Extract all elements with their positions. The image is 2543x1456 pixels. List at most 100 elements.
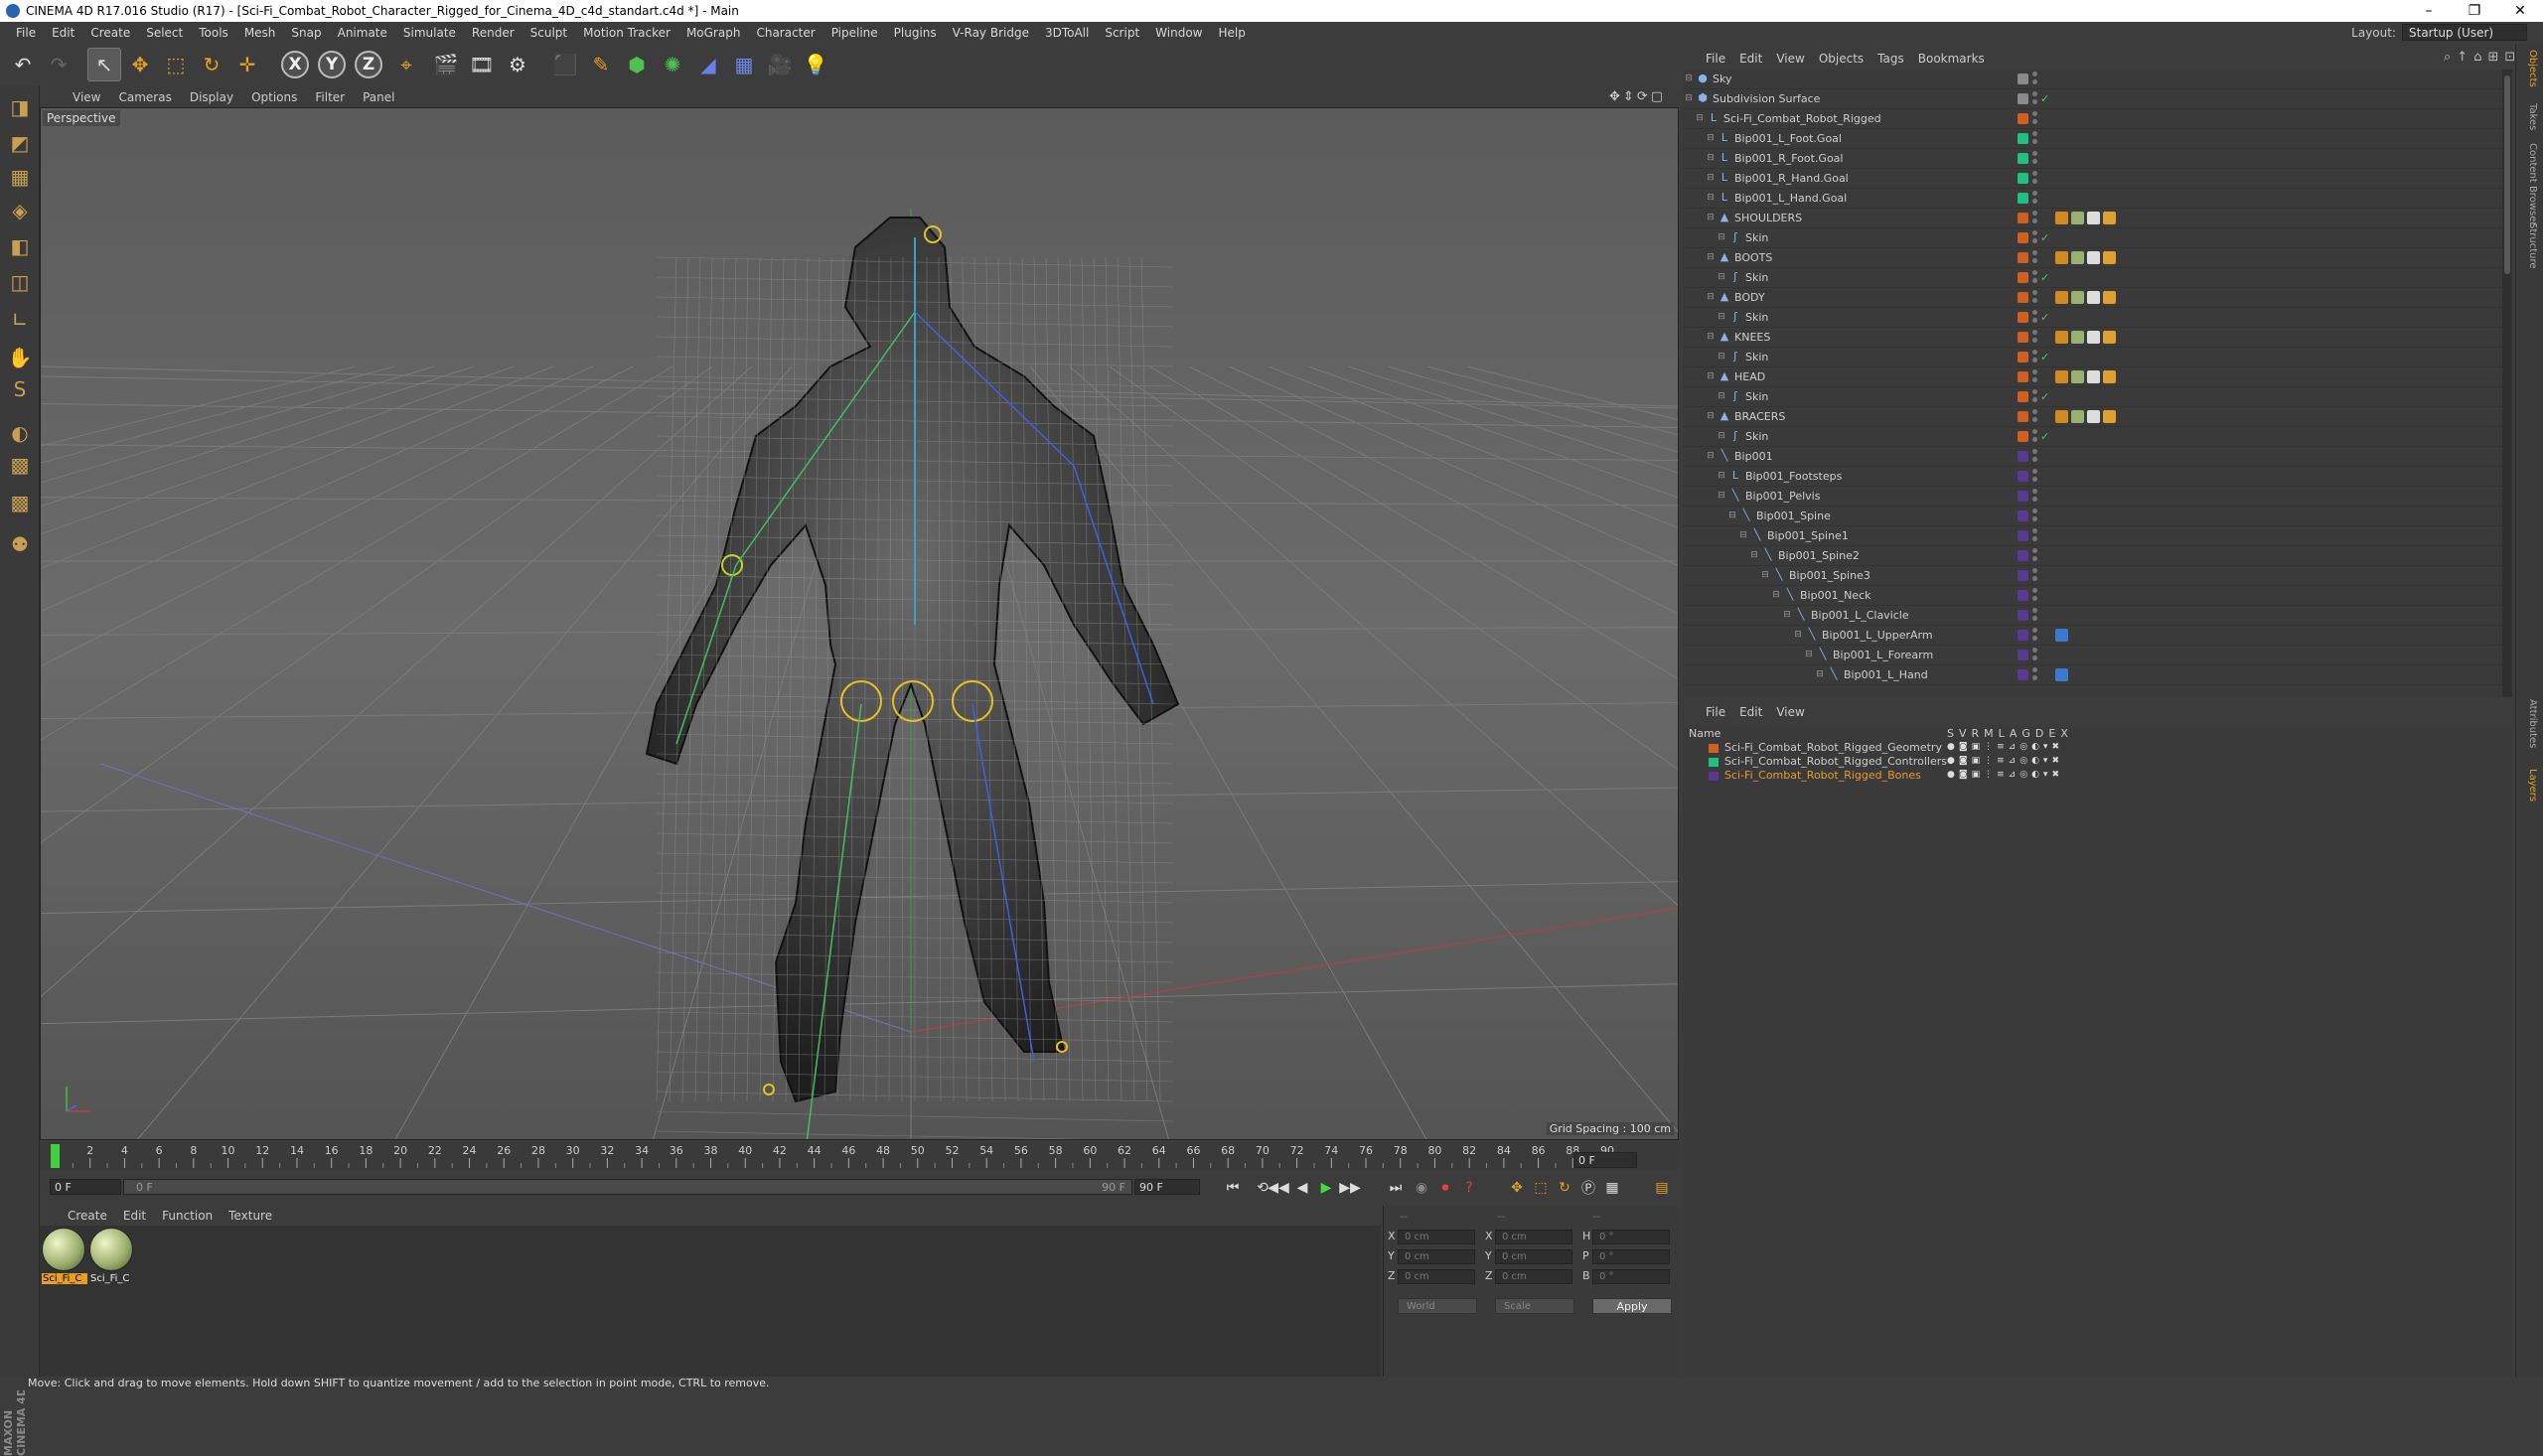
size-field[interactable]: 0 cm bbox=[1495, 1230, 1572, 1244]
start-frame-field[interactable]: 0 F bbox=[50, 1179, 121, 1195]
mode-tool-icon[interactable]: ⚉ bbox=[3, 528, 37, 560]
menu-script[interactable]: Script bbox=[1097, 26, 1147, 40]
layer-color-swatch[interactable] bbox=[2018, 371, 2028, 382]
viewport-toggle-icon[interactable]: ▢ bbox=[1651, 89, 1663, 104]
expand-toggle-icon[interactable]: ⊟ bbox=[1705, 172, 1717, 184]
menu-help[interactable]: Help bbox=[1210, 26, 1253, 40]
object-row[interactable]: ⊟ ╲ Bip001_Neck bbox=[1683, 586, 2512, 606]
expand-toggle-icon[interactable]: ⊟ bbox=[1683, 73, 1695, 84]
expand-toggle-icon[interactable]: ⊟ bbox=[1716, 490, 1727, 502]
object-row[interactable]: ⊟ ╲ Bip001_L_UpperArm bbox=[1683, 626, 2512, 646]
object-name[interactable]: Skin bbox=[1745, 271, 1768, 284]
layer-flag-icon[interactable]: ◐ bbox=[2031, 756, 2039, 766]
menu-3dtoall[interactable]: 3DToAll bbox=[1037, 26, 1097, 40]
up-arrow-icon[interactable]: ↑ bbox=[2457, 50, 2468, 65]
key-rotation-icon[interactable]: ↻ bbox=[1554, 1177, 1575, 1199]
object-row[interactable]: ⊟ ʃ Skin ✓ bbox=[1683, 427, 2512, 447]
render-visibility-dot[interactable] bbox=[2032, 655, 2037, 660]
loop-icon[interactable]: ⟲ bbox=[1252, 1177, 1273, 1199]
object-name[interactable]: Bip001_R_Hand.Goal bbox=[1734, 172, 1849, 185]
object-tag-icon[interactable] bbox=[2087, 291, 2100, 304]
menu-select[interactable]: Select bbox=[138, 26, 191, 40]
layer-color-swatch[interactable] bbox=[2018, 173, 2028, 184]
object-name[interactable]: Bip001 bbox=[1734, 450, 1773, 463]
expand-toggle-icon[interactable]: ⊟ bbox=[1683, 92, 1695, 104]
layer-color-swatch[interactable] bbox=[2018, 73, 2028, 84]
layer-name[interactable]: Sci-Fi_Combat_Robot_Rigged_Bones bbox=[1724, 769, 1921, 782]
object-row[interactable]: ⊟ ʃ Skin ✓ bbox=[1683, 228, 2512, 248]
object-tag-icon[interactable] bbox=[2055, 212, 2068, 224]
layer-color-swatch[interactable] bbox=[2018, 590, 2028, 601]
mode-tool-icon[interactable]: S bbox=[3, 373, 37, 405]
object-row[interactable]: ⊟ ╲ Bip001_L_Clavicle bbox=[1683, 606, 2512, 626]
search-icon[interactable]: ⌕ bbox=[2444, 50, 2451, 65]
object-name[interactable]: HEAD bbox=[1734, 370, 1765, 383]
mode-tool-icon[interactable]: ▩ bbox=[3, 449, 37, 481]
object-tag-icon[interactable] bbox=[2071, 251, 2084, 264]
viewport-menu-cameras[interactable]: Cameras bbox=[109, 90, 180, 104]
layer-color-swatch[interactable] bbox=[2018, 431, 2028, 442]
material-menu-texture[interactable]: Texture bbox=[221, 1209, 280, 1223]
coordinate-system-icon[interactable]: ⌖ bbox=[389, 48, 423, 81]
object-row[interactable]: ⊟ ╲ Bip001_L_Forearm bbox=[1683, 646, 2512, 665]
object-row[interactable]: ⊟ ╲ Bip001_Pelvis bbox=[1683, 487, 2512, 507]
editor-visibility-dot[interactable] bbox=[2032, 548, 2037, 553]
layer-color-swatch[interactable] bbox=[2018, 630, 2028, 641]
enabled-check-icon[interactable]: ✓ bbox=[2040, 430, 2049, 443]
object-name[interactable]: Skin bbox=[1745, 351, 1768, 364]
render-visibility-dot[interactable] bbox=[2032, 218, 2037, 223]
timeline-playhead[interactable] bbox=[51, 1144, 60, 1168]
menu-edit[interactable]: Edit bbox=[44, 26, 82, 40]
layer-color-swatch[interactable] bbox=[2018, 292, 2028, 303]
render-visibility-dot[interactable] bbox=[2032, 199, 2037, 204]
layer-flag-icon[interactable]: ⊿ bbox=[2009, 756, 2017, 766]
expand-toggle-icon[interactable]: ⊟ bbox=[1705, 192, 1717, 204]
layer-flag-icon[interactable]: ◐ bbox=[2031, 742, 2039, 752]
object-row[interactable]: ⊟ L Bip001_Footsteps bbox=[1683, 467, 2512, 487]
render-visibility-dot[interactable] bbox=[2032, 417, 2037, 422]
editor-visibility-dot[interactable] bbox=[2032, 528, 2037, 533]
timeline-layout-icon[interactable]: ▤ bbox=[1651, 1177, 1673, 1199]
render-view-icon[interactable]: 🎬 bbox=[429, 48, 463, 81]
render-visibility-dot[interactable] bbox=[2032, 536, 2037, 541]
object-name[interactable]: Skin bbox=[1745, 231, 1768, 244]
layer-color-swatch[interactable] bbox=[2018, 193, 2028, 204]
object-name[interactable]: Bip001_R_Foot.Goal bbox=[1734, 152, 1843, 165]
layer-color-swatch[interactable] bbox=[2018, 352, 2028, 363]
expand-toggle-icon[interactable]: ⊟ bbox=[1705, 370, 1717, 382]
layer-flag-icon[interactable]: ≡ bbox=[1997, 742, 2005, 752]
size-field[interactable]: 0 cm bbox=[1495, 1249, 1572, 1264]
expand-toggle-icon[interactable]: ⊟ bbox=[1716, 470, 1727, 482]
object-name[interactable]: Skin bbox=[1745, 430, 1768, 443]
object-menu-file[interactable]: File bbox=[1699, 52, 1732, 66]
object-manager-scrollbar[interactable] bbox=[2502, 70, 2512, 697]
mode-tool-icon[interactable]: ▦ bbox=[3, 161, 37, 193]
object-menu-bookmarks[interactable]: Bookmarks bbox=[1911, 52, 1992, 66]
home-icon[interactable]: ⌂ bbox=[2473, 50, 2481, 65]
render-visibility-dot[interactable] bbox=[2032, 258, 2037, 263]
object-tag-icon[interactable] bbox=[2055, 668, 2068, 681]
editor-visibility-dot[interactable] bbox=[2032, 608, 2037, 613]
go-to-end-icon[interactable]: ⏭ bbox=[1385, 1177, 1407, 1199]
editor-visibility-dot[interactable] bbox=[2032, 72, 2037, 76]
render-visibility-dot[interactable] bbox=[2032, 318, 2037, 323]
material-menu-create[interactable]: Create bbox=[60, 1209, 115, 1223]
mode-tool-icon[interactable]: ✋ bbox=[3, 342, 37, 373]
layer-flag-icon[interactable]: ⋮ bbox=[1984, 770, 1993, 780]
timeline-ruler[interactable]: 0246810121416182022242628303234363840424… bbox=[40, 1142, 1679, 1170]
layer-row[interactable]: Sci-Fi_Combat_Robot_Rigged_Controllers ● ◙… bbox=[1683, 755, 2512, 769]
editor-visibility-dot[interactable] bbox=[2032, 449, 2037, 454]
material-menu-function[interactable]: Function bbox=[154, 1209, 221, 1223]
object-row[interactable]: ⊟ L Bip001_L_Foot.Goal bbox=[1683, 129, 2512, 149]
viewport-rotate-icon[interactable]: ⟳ bbox=[1637, 89, 1648, 104]
viewport-camera-label[interactable]: Perspective bbox=[43, 110, 120, 126]
material-swatch[interactable]: Sci_Fi_C bbox=[42, 1228, 87, 1289]
layer-flag-icon[interactable]: ◙ bbox=[1959, 770, 1968, 780]
layer-color-swatch[interactable] bbox=[2018, 471, 2028, 482]
editor-visibility-dot[interactable] bbox=[2032, 310, 2037, 315]
render-visibility-dot[interactable] bbox=[2032, 675, 2037, 680]
layer-row[interactable]: Sci-Fi_Combat_Robot_Rigged_Geometry ● ◙ ▣ ⋮ ≡… bbox=[1683, 741, 2512, 755]
move-tool-icon[interactable]: ✥ bbox=[123, 48, 157, 81]
render-visibility-dot[interactable] bbox=[2032, 179, 2037, 184]
layer-menu-edit[interactable]: Edit bbox=[1732, 705, 1769, 719]
